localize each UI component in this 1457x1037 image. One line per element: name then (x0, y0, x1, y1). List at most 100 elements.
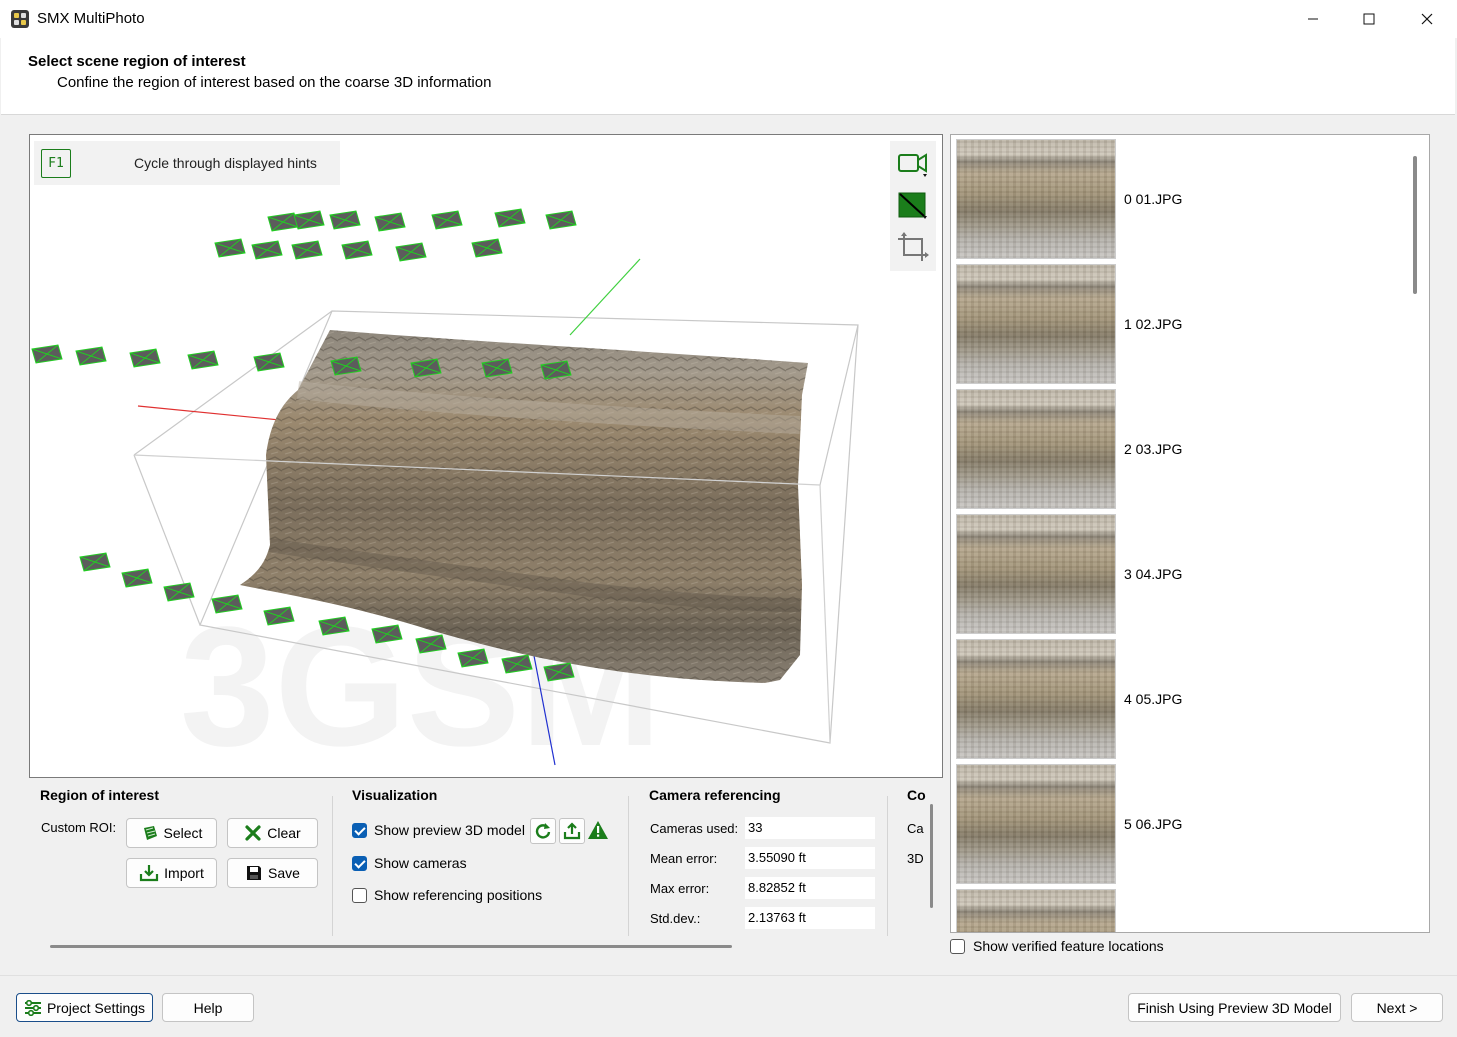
image-list-item[interactable]: 1 02.JPG (956, 264, 1406, 384)
panel-divider (887, 796, 888, 936)
roi-select-button[interactable]: Select (126, 818, 217, 848)
scene-canvas[interactable]: 3GSM (30, 135, 943, 778)
image-filename: 0 01.JPG (1124, 191, 1183, 207)
preview-3d-checkbox[interactable] (352, 822, 367, 838)
roi-import-label: Import (164, 865, 204, 881)
image-list-item-partial[interactable] (956, 889, 1406, 932)
std-dev-field: 2.13763 ft (745, 907, 875, 929)
roi-clear-button[interactable]: Clear (227, 818, 318, 848)
refresh-model-button[interactable] (530, 818, 556, 844)
image-filename: 2 03.JPG (1124, 441, 1183, 457)
roi-title: Region of interest (40, 787, 160, 803)
image-thumbnail (956, 639, 1116, 759)
clipped-panel-line1: Ca (907, 821, 924, 836)
camera-referencing-title: Camera referencing (649, 787, 781, 803)
camera-frustum (214, 238, 246, 258)
max-error-label: Max error: (650, 881, 710, 896)
roi-save-label: Save (268, 865, 300, 881)
import-icon (140, 865, 159, 882)
view-toolbar (890, 141, 936, 271)
camera-frustum (395, 242, 427, 262)
show-referencing-checkbox[interactable] (352, 887, 367, 903)
camera-frustum (494, 208, 526, 228)
minimize-icon[interactable] (1284, 0, 1342, 38)
verified-features-toggle[interactable]: Show verified feature locations (950, 938, 1164, 954)
image-thumbnail (956, 764, 1116, 884)
image-thumbnail (956, 389, 1116, 509)
show-referencing-label: Show referencing positions (374, 887, 543, 903)
page-subtitle: Confine the region of interest based on … (57, 74, 492, 91)
color-mode-button[interactable] (894, 187, 932, 223)
std-dev-label: Std.dev.: (650, 911, 701, 926)
y-axis-line (569, 258, 641, 336)
clipped-panel-title: Co (907, 787, 926, 803)
image-list-item[interactable]: 2 03.JPG (956, 389, 1406, 509)
refresh-icon (535, 823, 551, 839)
maximize-icon[interactable] (1340, 0, 1398, 38)
camera-frustum (293, 210, 325, 230)
crop-box-icon (898, 232, 929, 261)
custom-roi-label: Custom ROI: (41, 820, 117, 835)
next-button[interactable]: Next > (1351, 993, 1443, 1022)
title-bar: SMX MultiPhoto (0, 0, 1457, 38)
close-icon[interactable] (1398, 0, 1456, 38)
panels-horizontal-scrollbar[interactable] (50, 945, 732, 948)
camera-frustum (374, 212, 406, 232)
preview-3d-toggle[interactable]: Show preview 3D model (352, 822, 525, 838)
image-filename: 4 05.JPG (1124, 691, 1183, 707)
panel-divider (628, 796, 629, 936)
roi-save-button[interactable]: Save (227, 858, 318, 888)
project-settings-label: Project Settings (46, 999, 146, 1016)
export-model-button[interactable] (559, 818, 585, 844)
warning-icon[interactable] (587, 820, 609, 843)
project-settings-button[interactable]: Project Settings (16, 993, 153, 1022)
camera-view-button[interactable] (894, 145, 932, 181)
bottom-panels: Region of interest Custom ROI: Select Cl… (30, 778, 942, 938)
image-list[interactable]: 0 01.JPG 1 02.JPG 2 03.JPG 3 04.JPG 4 05.JPG… (950, 134, 1430, 933)
cameras-used-field: 33 (745, 817, 875, 839)
roi-select-label: Select (163, 825, 203, 841)
finish-preview-button[interactable]: Finish Using Preview 3D Model (1128, 993, 1341, 1022)
x-axis-line (137, 405, 291, 422)
image-list-item[interactable]: 3 04.JPG (956, 514, 1406, 634)
select-roi-icon (143, 826, 157, 840)
settings-sliders-icon (24, 999, 41, 1016)
show-cameras-toggle[interactable]: Show cameras (352, 855, 467, 871)
f1-key-badge[interactable]: F1 (41, 149, 71, 178)
camera-frustum (251, 240, 283, 260)
color-mode-icon (898, 192, 927, 219)
verified-features-checkbox[interactable] (950, 938, 965, 954)
clipped-panel-line2: 3D (907, 851, 924, 866)
camera-frustum (545, 210, 577, 230)
image-list-item[interactable]: 4 05.JPG (956, 639, 1406, 759)
help-button[interactable]: Help (162, 993, 254, 1022)
page-title: Select scene region of interest (28, 53, 246, 70)
mean-error-label: Mean error: (650, 851, 718, 866)
image-thumbnail (956, 889, 1116, 932)
image-list-item[interactable]: 5 06.JPG (956, 764, 1406, 884)
camera-frustum (253, 352, 285, 372)
camera-frustum (471, 238, 503, 258)
image-thumbnail (956, 139, 1116, 259)
camera-frustum (79, 552, 111, 572)
export-icon (563, 822, 581, 840)
image-filename: 3 04.JPG (1124, 566, 1183, 582)
preview-3d-label: Show preview 3D model (374, 822, 525, 838)
camera-frustum (329, 210, 361, 230)
verified-features-label: Show verified feature locations (973, 938, 1164, 954)
camera-frustum (187, 350, 219, 370)
show-referencing-toggle[interactable]: Show referencing positions (352, 887, 542, 903)
roi-clear-label: Clear (267, 825, 301, 841)
image-filename: 5 06.JPG (1124, 816, 1183, 832)
panel-vertical-scrollbar[interactable] (930, 804, 933, 908)
camera-frustum (431, 210, 463, 230)
camera-frustum (267, 212, 299, 232)
image-list-scrollbar[interactable] (1413, 156, 1417, 294)
roi-import-button[interactable]: Import (126, 858, 217, 888)
visualization-title: Visualization (352, 787, 438, 803)
crop-box-button[interactable] (894, 229, 932, 265)
camera-frustum (129, 348, 161, 368)
show-cameras-checkbox[interactable] (352, 855, 367, 871)
3d-viewport[interactable]: 3GSM F1 Cycle through displayed hints (29, 134, 943, 778)
image-list-item[interactable]: 0 01.JPG (956, 139, 1406, 259)
